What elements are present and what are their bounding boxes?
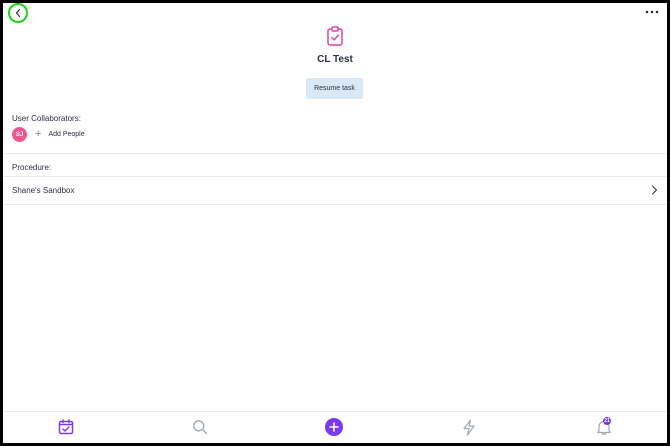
calendar-check-icon [58,419,74,435]
tab-add[interactable] [325,418,343,436]
bottom-tab-bar: 21 [3,411,667,443]
app-window: CL Test Resume task User Collaborators: … [3,3,667,443]
task-title: CL Test [317,54,353,65]
back-button[interactable] [8,3,28,23]
add-people-label: Add People [48,130,85,138]
procedure-row[interactable]: Shane's Sandbox [3,177,667,203]
tab-search[interactable] [192,419,208,435]
procedure-label: Procedure: [12,163,52,172]
resume-task-button[interactable]: Resume task [306,78,363,99]
clipboard-check-icon [327,26,343,46]
collaborators-label: User Collaborators: [12,114,81,123]
divider [3,153,667,154]
procedure-name: Shane's Sandbox [12,186,75,195]
plus-icon: + [35,128,42,140]
tab-activity[interactable] [462,419,476,436]
notification-badge: 21 [603,417,611,425]
chevron-left-icon [15,8,21,18]
add-people-button[interactable]: + Add People [35,128,85,140]
more-options-button[interactable] [645,9,659,15]
search-icon [193,420,208,435]
divider [3,204,667,205]
lightning-icon [463,419,475,436]
avatar[interactable]: SJ [12,127,27,142]
plus-icon [325,418,343,436]
tab-tasks[interactable] [58,419,74,435]
chevron-right-icon [652,185,657,195]
tab-notifications[interactable]: 21 [596,417,612,436]
